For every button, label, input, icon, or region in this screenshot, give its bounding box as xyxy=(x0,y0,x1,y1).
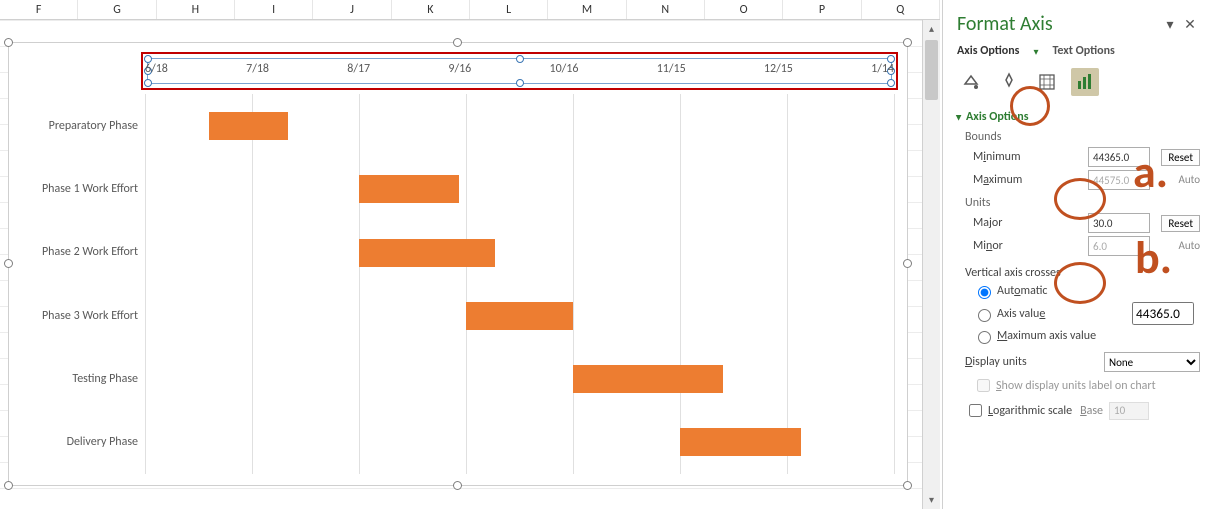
col-header[interactable]: J xyxy=(313,0,391,19)
resize-handle[interactable] xyxy=(903,259,912,268)
col-header[interactable]: G xyxy=(78,0,156,19)
bar-row xyxy=(145,284,894,347)
format-axis-pane: Format Axis ▾ ✕ Axis Options ▾ Text Opti… xyxy=(942,0,1212,509)
resize-handle[interactable] xyxy=(453,481,462,490)
minimum-label: Minimum xyxy=(973,150,1088,164)
col-header[interactable]: I xyxy=(235,0,313,19)
crosses-automatic-radio[interactable] xyxy=(978,286,991,299)
x-axis-ticks: 6/18 7/18 8/17 9/16 10/16 11/15 12/15 1/… xyxy=(145,62,894,82)
major-reset-button[interactable]: Reset xyxy=(1161,215,1200,232)
category-label: Testing Phase xyxy=(12,347,142,410)
scroll-thumb[interactable] xyxy=(925,40,938,100)
col-header[interactable]: H xyxy=(157,0,235,19)
chevron-down-icon: ▾ xyxy=(1033,45,1038,58)
major-input[interactable] xyxy=(1088,213,1150,233)
crosses-label: Vertical axis crosses xyxy=(965,266,1200,280)
axis-options-section-header[interactable]: Axis Options xyxy=(957,110,1200,124)
units-label: Units xyxy=(965,196,1200,210)
option-icon-row xyxy=(957,68,1200,96)
pane-title-row: Format Axis ▾ ✕ xyxy=(957,12,1200,36)
bounds-label: Bounds xyxy=(965,130,1200,144)
x-tick: 8/17 xyxy=(347,62,370,82)
bar-segment[interactable] xyxy=(680,428,801,456)
fill-line-icon[interactable] xyxy=(957,68,985,96)
log-base-input xyxy=(1109,402,1149,420)
scroll-up-icon[interactable]: ▴ xyxy=(923,20,940,38)
minimum-input[interactable] xyxy=(1088,147,1150,167)
bar-row xyxy=(145,221,894,284)
x-tick: 11/15 xyxy=(657,62,686,82)
bar-row xyxy=(145,347,894,410)
col-header[interactable]: L xyxy=(470,0,548,19)
bar-segment[interactable] xyxy=(573,365,723,393)
axis-options-icon[interactable] xyxy=(1071,68,1099,96)
crosses-axis-value-input[interactable] xyxy=(1132,302,1194,325)
x-tick: 10/16 xyxy=(550,62,579,82)
category-axis-labels: Preparatory Phase Phase 1 Work Effort Ph… xyxy=(12,94,142,474)
crosses-maximum-radio[interactable] xyxy=(978,331,991,344)
category-label: Delivery Phase xyxy=(12,411,142,474)
resize-handle[interactable] xyxy=(903,481,912,490)
display-units-select[interactable]: None xyxy=(1104,352,1200,372)
x-tick: 7/18 xyxy=(246,62,269,82)
category-label: Preparatory Phase xyxy=(12,94,142,157)
crosses-automatic-label: Automatic xyxy=(997,284,1047,298)
major-label: Major xyxy=(973,216,1088,230)
category-label: Phase 2 Work Effort xyxy=(12,221,142,284)
resize-handle[interactable] xyxy=(903,38,912,47)
crosses-maximum-label: Maximum axis value xyxy=(997,329,1096,343)
column-header-row: F G H I J K L M N O P Q xyxy=(0,0,940,20)
category-label: Phase 3 Work Effort xyxy=(12,284,142,347)
size-properties-icon[interactable] xyxy=(1033,68,1061,96)
bar-row xyxy=(145,94,894,157)
bar-segment[interactable] xyxy=(359,175,459,203)
tab-text-options[interactable]: Text Options xyxy=(1052,44,1114,58)
maximum-auto-label: Auto xyxy=(1178,173,1200,186)
col-header[interactable]: N xyxy=(627,0,705,19)
col-header[interactable]: Q xyxy=(862,0,940,19)
x-tick: 9/16 xyxy=(448,62,471,82)
bar-segment[interactable] xyxy=(209,112,287,140)
col-header[interactable]: K xyxy=(392,0,470,19)
pane-close-icon[interactable]: ✕ xyxy=(1180,16,1200,33)
maximum-label: Maximum xyxy=(973,173,1088,187)
log-base-label: Base xyxy=(1080,404,1103,418)
minor-input[interactable] xyxy=(1088,236,1150,256)
log-scale-label: Logarithmic scale xyxy=(988,404,1072,418)
minor-label: Minor xyxy=(973,239,1088,253)
display-units-label: Display units xyxy=(965,355,1027,369)
minimum-reset-button[interactable]: Reset xyxy=(1161,149,1200,166)
show-units-label: Show display units label on chart xyxy=(996,379,1156,393)
x-tick: 6/18 xyxy=(145,62,168,82)
log-scale-checkbox[interactable] xyxy=(969,404,982,417)
pane-tab-row: Axis Options ▾ Text Options xyxy=(957,44,1200,58)
bar-segment[interactable] xyxy=(359,239,495,267)
x-tick: 12/15 xyxy=(764,62,793,82)
bar-row xyxy=(145,410,894,473)
col-header[interactable]: P xyxy=(783,0,861,19)
col-header[interactable]: F xyxy=(0,0,78,19)
resize-handle[interactable] xyxy=(4,481,13,490)
pane-menu-icon[interactable]: ▾ xyxy=(1160,16,1180,33)
effects-icon[interactable] xyxy=(995,68,1023,96)
category-label: Phase 1 Work Effort xyxy=(12,157,142,220)
col-header[interactable]: M xyxy=(548,0,626,19)
x-tick: 1/14 xyxy=(871,62,894,82)
resize-handle[interactable] xyxy=(4,38,13,47)
chart-bars xyxy=(145,94,894,474)
bar-row xyxy=(145,157,894,220)
show-units-label-checkbox xyxy=(977,379,990,392)
crosses-axis-value-radio[interactable] xyxy=(978,309,991,322)
scroll-down-icon[interactable]: ▾ xyxy=(923,491,940,509)
col-header[interactable]: O xyxy=(705,0,783,19)
bar-segment[interactable] xyxy=(466,302,573,330)
crosses-axis-value-label: Axis value xyxy=(997,307,1132,321)
pane-title: Format Axis xyxy=(957,12,1053,36)
vertical-scrollbar[interactable]: ▴ ▾ xyxy=(922,20,940,509)
maximum-input[interactable] xyxy=(1088,170,1150,190)
tab-axis-options[interactable]: Axis Options xyxy=(957,44,1019,58)
minor-auto-label: Auto xyxy=(1178,239,1200,252)
resize-handle[interactable] xyxy=(453,38,462,47)
